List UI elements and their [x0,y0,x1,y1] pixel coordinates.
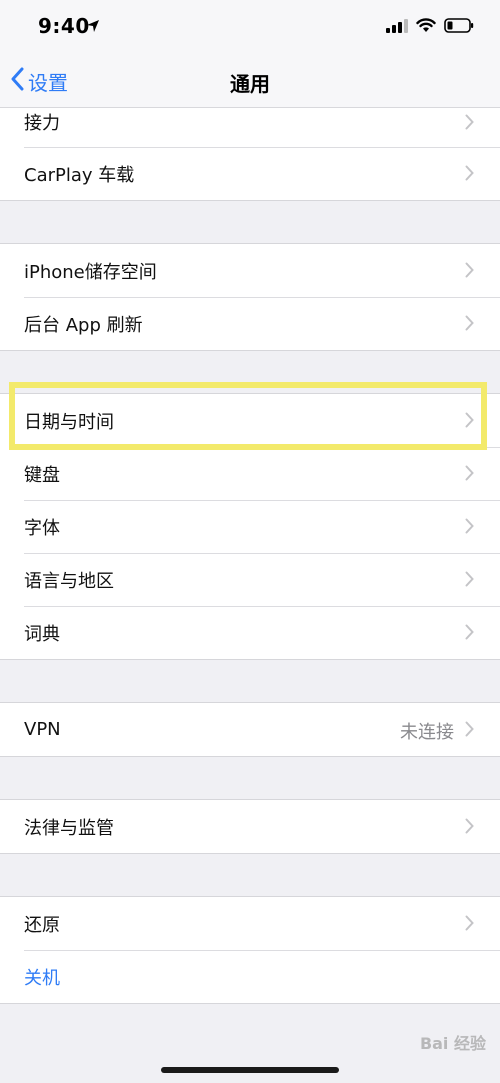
settings-group: 还原 关机 [0,896,500,1004]
page-title: 通用 [230,72,270,96]
battery-icon [444,18,474,37]
chevron-right-icon [465,571,474,591]
row-fonts[interactable]: 字体 [0,500,500,553]
row-carplay[interactable]: CarPlay 车载 [0,147,500,200]
row-vpn[interactable]: VPN 未连接 [0,703,500,756]
row-reset[interactable]: 还原 [0,897,500,950]
chevron-right-icon [465,721,474,741]
settings-group: VPN 未连接 [0,702,500,757]
row-label: 法律与监管 [24,817,114,839]
vpn-status: 未连接 [400,722,454,743]
row-background-app-refresh[interactable]: 后台 App 刷新 [0,297,500,350]
row-dictionary[interactable]: 词典 [0,606,500,659]
row-handoff[interactable]: 接力 [0,108,500,147]
chevron-right-icon [465,624,474,644]
home-indicator[interactable] [161,1067,339,1073]
watermark-logo: Bai 经验 [419,1034,486,1053]
navigation-bar: 设置 通用 [0,56,500,108]
settings-group: 法律与监管 [0,799,500,854]
settings-group: 接力 CarPlay 车载 [0,108,500,201]
chevron-right-icon [465,165,474,185]
row-label: 键盘 [24,464,60,486]
row-legal-regulatory[interactable]: 法律与监管 [0,800,500,853]
row-label: iPhone储存空间 [24,261,157,283]
cellular-signal-icon [386,18,408,37]
shut-down-label: 关机 [24,967,60,989]
chevron-right-icon [465,465,474,485]
row-language-region[interactable]: 语言与地区 [0,553,500,606]
row-keyboard[interactable]: 键盘 [0,447,500,500]
row-label: 还原 [24,914,60,936]
chevron-right-icon [465,412,474,432]
row-date-time[interactable]: 日期与时间 [0,394,500,447]
row-label: 日期与时间 [24,411,114,433]
status-time: 9:40 [38,14,90,38]
row-label: 语言与地区 [24,570,114,592]
chevron-right-icon [465,518,474,538]
chevron-right-icon [465,915,474,935]
wifi-icon [416,18,436,37]
status-bar: 9:40 [0,0,500,56]
location-arrow-icon [86,18,100,37]
row-label: CarPlay 车载 [24,164,135,186]
settings-group: 日期与时间 键盘 字体 语言与地区 词典 [0,393,500,660]
row-label: 后台 App 刷新 [24,314,143,336]
row-label: 词典 [24,623,60,645]
status-icons [386,18,474,37]
row-iphone-storage[interactable]: iPhone储存空间 [0,244,500,297]
row-label: VPN [24,719,61,740]
settings-list: 接力 CarPlay 车载 iPhone储存空间 后台 App 刷新 日期与时间… [0,108,500,1004]
chevron-right-icon [465,114,474,134]
chevron-right-icon [465,315,474,335]
chevron-right-icon [465,818,474,838]
row-shut-down[interactable]: 关机 [0,950,500,1003]
chevron-right-icon [465,262,474,282]
row-label: 接力 [24,112,60,134]
settings-group: iPhone储存空间 后台 App 刷新 [0,243,500,351]
row-label: 字体 [24,517,60,539]
